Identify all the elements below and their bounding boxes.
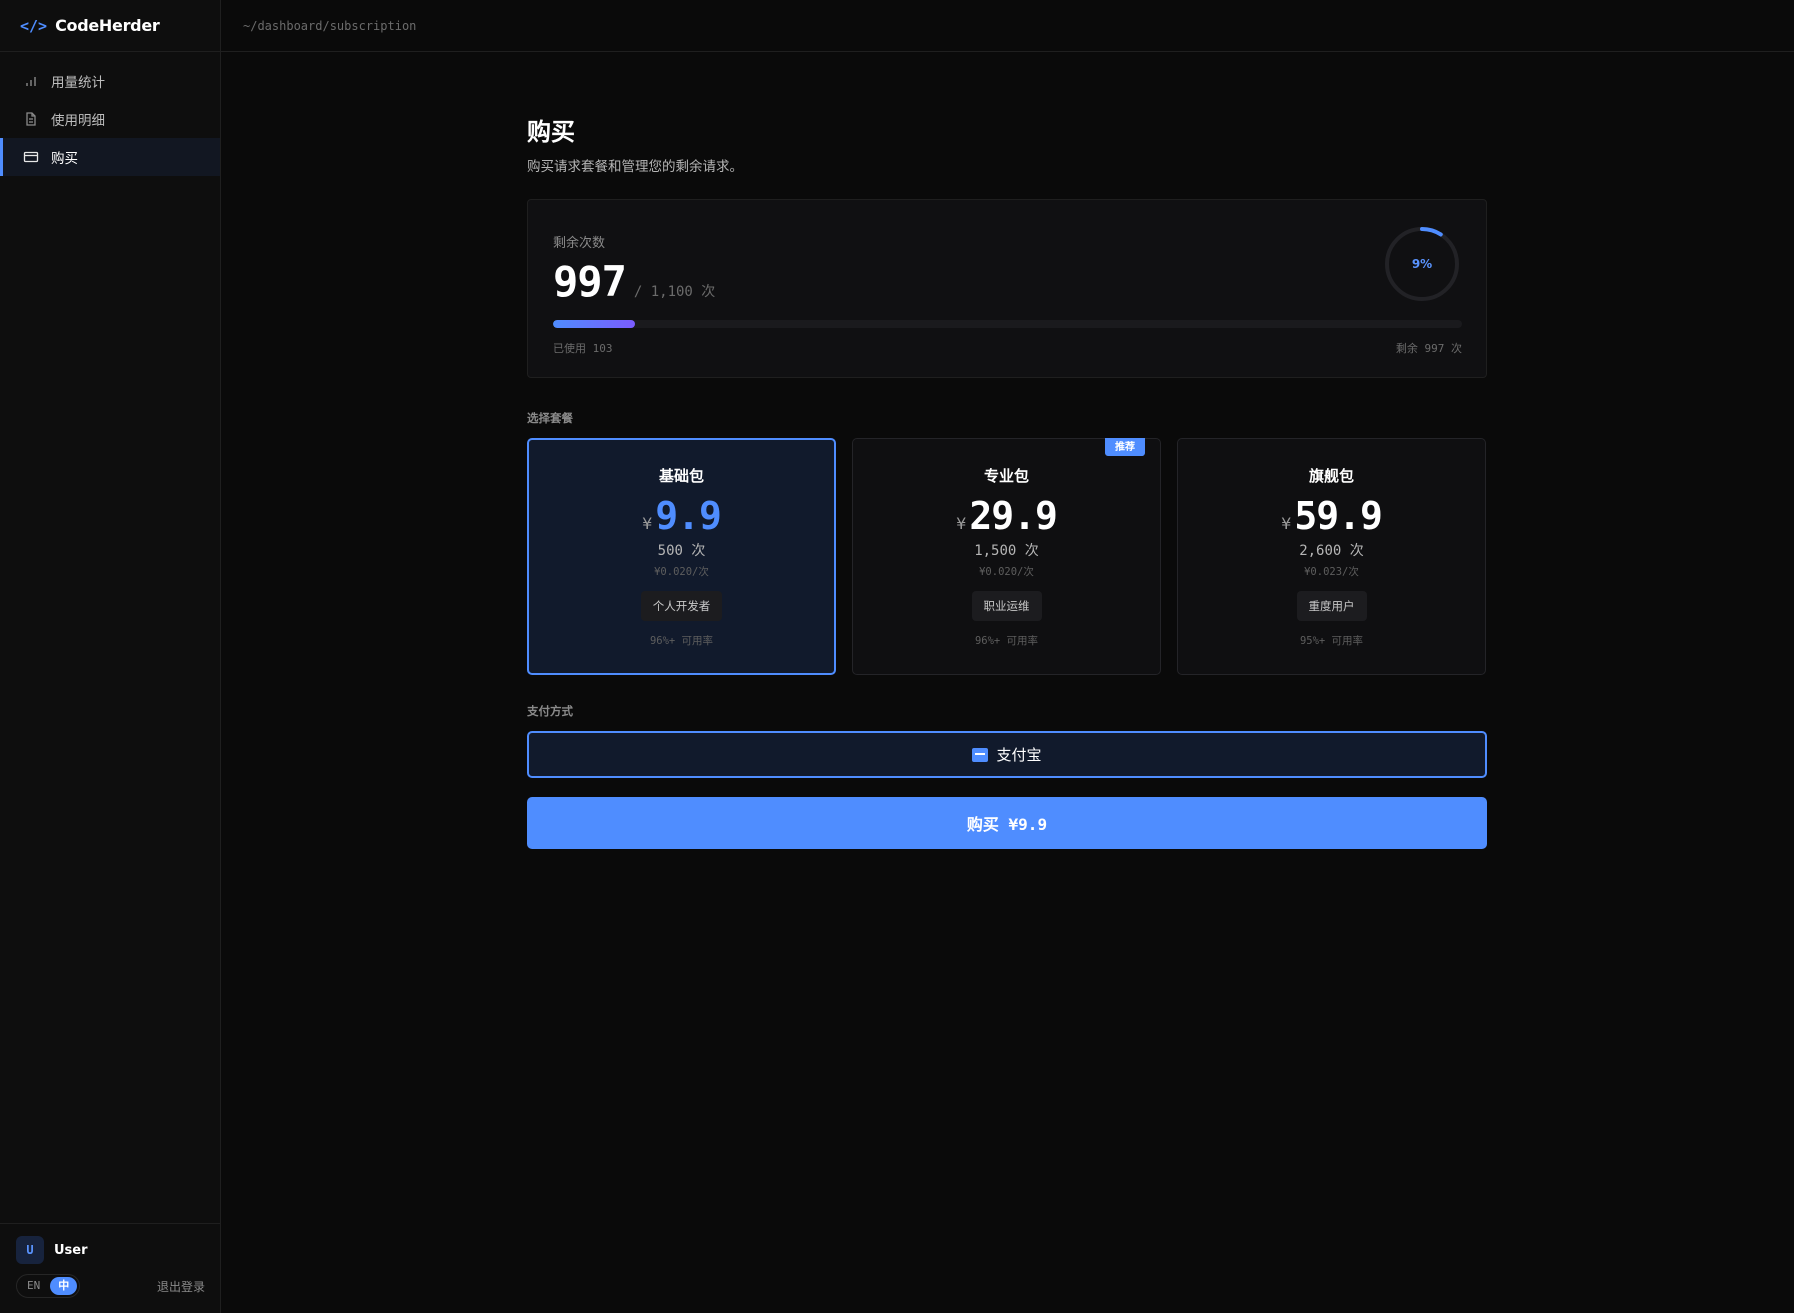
quota-total: / 1,100 次	[633, 284, 716, 300]
plan-amount: 29.9	[969, 494, 1058, 538]
payment-method-label: 支付宝	[996, 746, 1042, 764]
plan-count: 500 次	[657, 543, 706, 559]
plan-unit-price: ¥0.020/次	[979, 566, 1034, 578]
plan-name: 专业包	[983, 467, 1029, 485]
lang-option-zh[interactable]: 中	[50, 1277, 78, 1295]
sidebar-item-purchase[interactable]: 购买	[0, 138, 220, 176]
buy-button[interactable]: 购买 ¥9.9	[527, 797, 1487, 849]
plan-name: 旗舰包	[1308, 467, 1354, 485]
quota-card: 剩余次数 997 / 1,100 次 已使用 103 剩余 997 次 9%	[527, 199, 1487, 378]
plans-section-label: 选择套餐	[527, 411, 573, 425]
plan-tag: 职业运维	[971, 591, 1042, 621]
plan-count: 1,500 次	[974, 543, 1039, 559]
lang-option-en[interactable]: EN	[19, 1277, 48, 1295]
plan-price: ¥ 9.9	[529, 494, 834, 538]
plan-card-basic[interactable]: 基础包 ¥ 9.9 500 次 ¥0.020/次 个人开发者 96%+ 可用率	[527, 438, 836, 675]
payment-method-alipay[interactable]: 支付宝	[527, 731, 1487, 778]
sidebar-footer: U User EN 中 退出登录	[0, 1223, 221, 1313]
quota-remaining: 997	[553, 257, 627, 306]
plan-tag: 个人开发者	[640, 591, 723, 621]
plan-name: 基础包	[658, 467, 704, 485]
code-icon: </>	[20, 16, 48, 35]
remain-label: 剩余 997 次	[1395, 342, 1462, 355]
language-toggle[interactable]: EN 中	[16, 1274, 81, 1298]
main-content: 购买 购买请求套餐和管理您的剩余请求。 剩余次数 997 / 1,100 次 已…	[527, 112, 1487, 849]
quota-label: 剩余次数	[553, 236, 606, 251]
progress-labels: 已使用 103 剩余 997 次	[553, 340, 1462, 356]
user-info: U User	[16, 1236, 205, 1264]
logout-link[interactable]: 退出登录	[157, 1278, 205, 1295]
plan-amount: 9.9	[655, 494, 722, 538]
plan-currency: ¥	[642, 514, 653, 533]
recommended-badge: 推荐	[1105, 438, 1145, 456]
document-icon	[23, 111, 39, 127]
brand-name: CodeHerder	[55, 16, 160, 35]
quota-number-row: 997 / 1,100 次	[553, 257, 1462, 306]
alipay-icon	[972, 747, 989, 762]
usage-ring: 9%	[1384, 226, 1460, 302]
plan-price: ¥ 29.9	[853, 494, 1160, 538]
page-title: 购买	[527, 118, 575, 146]
usage-progress-bar	[553, 320, 1462, 328]
plan-currency: ¥	[956, 514, 967, 533]
usage-percent: 9%	[1411, 257, 1433, 271]
sidebar-item-usage-stats[interactable]: 用量统计	[0, 62, 220, 100]
sidebar: </> CodeHerder 用量统计 使用明细 购买 U User EN 中 …	[0, 0, 221, 1313]
footer-controls: EN 中 退出登录	[16, 1274, 205, 1298]
sidebar-item-label: 购买	[51, 151, 78, 167]
plan-card-pro[interactable]: 推荐 专业包 ¥ 29.9 1,500 次 ¥0.020/次 职业运维 96%+…	[852, 438, 1161, 675]
plan-currency: ¥	[1281, 514, 1292, 533]
breadcrumb-path: ~/dashboard/subscription	[243, 18, 417, 33]
plan-availability: 96%+ 可用率	[974, 635, 1039, 647]
plan-availability: 96%+ 可用率	[649, 635, 714, 647]
topbar: ~/dashboard/subscription	[221, 0, 1794, 52]
plan-count: 2,600 次	[1299, 543, 1364, 559]
sidebar-item-usage-details[interactable]: 使用明细	[0, 100, 220, 138]
plan-price: ¥ 59.9	[1178, 494, 1485, 538]
sidebar-item-label: 使用明细	[51, 113, 105, 129]
avatar: U	[16, 1236, 44, 1264]
sidebar-item-label: 用量统计	[51, 75, 105, 91]
user-name: User	[54, 1242, 88, 1258]
plan-amount: 59.9	[1294, 494, 1383, 538]
plan-tag: 重度用户	[1296, 591, 1367, 621]
used-label: 已使用 103	[553, 342, 613, 355]
plan-unit-price: ¥0.023/次	[1304, 566, 1359, 578]
brand[interactable]: </> CodeHerder	[0, 0, 220, 52]
plan-card-flagship[interactable]: 旗舰包 ¥ 59.9 2,600 次 ¥0.023/次 重度用户 95%+ 可用…	[1177, 438, 1486, 675]
plan-availability: 95%+ 可用率	[1299, 635, 1364, 647]
bar-chart-icon	[23, 73, 39, 89]
credit-card-icon	[23, 149, 39, 165]
payment-section-label: 支付方式	[527, 704, 573, 718]
page-subtitle: 购买请求套餐和管理您的剩余请求。	[527, 159, 743, 175]
plan-list: 基础包 ¥ 9.9 500 次 ¥0.020/次 个人开发者 96%+ 可用率 …	[527, 438, 1487, 675]
sidebar-nav: 用量统计 使用明细 购买	[0, 52, 220, 176]
plan-unit-price: ¥0.020/次	[654, 566, 709, 578]
usage-progress-fill	[553, 320, 635, 328]
